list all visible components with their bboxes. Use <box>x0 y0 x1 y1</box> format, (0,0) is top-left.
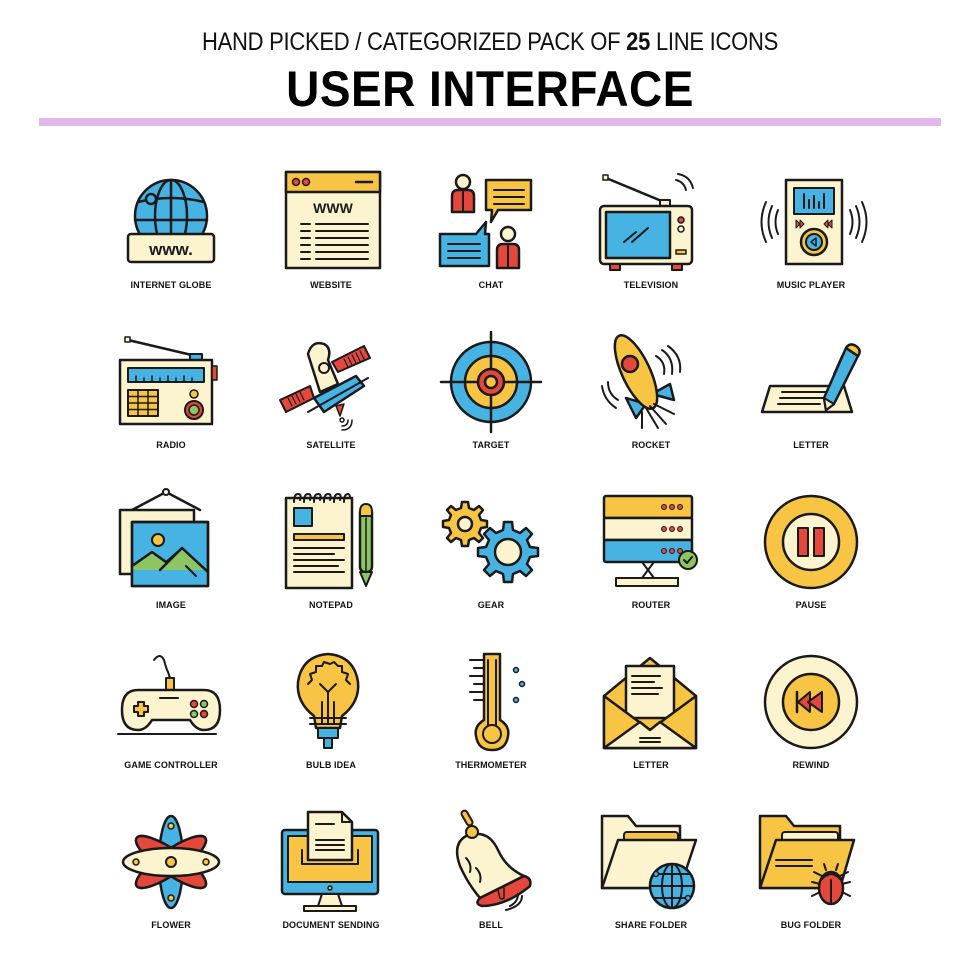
letter-pen-icon <box>760 343 861 414</box>
icon-label: BULB IDEA <box>306 760 356 770</box>
icon-label: IMAGE <box>155 600 186 610</box>
bug-folder-icon <box>758 814 856 906</box>
icon-label: FLOWER <box>151 920 191 930</box>
bulb-idea-icon <box>296 652 360 749</box>
icon-label: DOCUMENT SENDING <box>282 920 380 930</box>
page-title: USER INTERFACE <box>286 61 694 117</box>
icon-card-share-folder: SHARE FOLDER <box>571 800 731 960</box>
icon-label: SATELLITE <box>306 440 356 450</box>
divider <box>39 118 941 126</box>
icon-label: REWIND <box>792 760 830 770</box>
icon-label: WEBSITE <box>310 280 352 290</box>
pause-icon <box>763 494 859 590</box>
internet-globe-icon: www. <box>126 178 216 264</box>
globe-www-text: www. <box>148 240 193 259</box>
icon-label: MUSIC PLAYER <box>776 280 846 290</box>
icon-label: BUG FOLDER <box>780 920 842 930</box>
bell-icon <box>455 809 532 911</box>
icon-card-rewind: REWIND <box>731 640 891 800</box>
subtitle-prefix: HAND PICKED / CATEGORIZED PACK OF <box>201 28 627 56</box>
icon-label: PAUSE <box>795 600 827 610</box>
icon-label: GAME CONTROLLER <box>124 760 218 770</box>
flower-icon <box>121 814 221 910</box>
icon-card-bell: BELL <box>411 800 571 960</box>
icon-label: RADIO <box>156 440 186 450</box>
icon-label: SHARE FOLDER <box>614 920 688 930</box>
icon-card-bug-folder: BUG FOLDER <box>731 800 891 960</box>
icon-label: CHAT <box>478 280 504 290</box>
icon-card-television: TELEVISION <box>571 160 731 320</box>
icon-label: LETTER <box>633 760 669 770</box>
icon-label: LETTER <box>793 440 829 450</box>
icon-label: TARGET <box>472 440 510 450</box>
icon-card-thermometer: THERMOMETER <box>411 640 571 800</box>
television-icon <box>598 173 694 271</box>
icon-card-envelope-letter: LETTER <box>571 640 731 800</box>
icon-card-bulb-idea: BULB IDEA <box>251 640 411 800</box>
icon-card-notepad: NOTEPAD <box>251 480 411 640</box>
icon-card-pause: PAUSE <box>731 480 891 640</box>
icon-card-website: WWW WEBSITE <box>251 160 411 320</box>
icon-card-flower: FLOWER <box>91 800 251 960</box>
envelope-letter-icon <box>602 656 698 750</box>
game-controller-icon <box>117 655 222 735</box>
icon-label: THERMOMETER <box>455 760 527 770</box>
target-icon <box>439 330 543 434</box>
subtitle-suffix: LINE ICONS <box>650 28 779 56</box>
icon-label: ROUTER <box>631 600 671 610</box>
icon-label: ROCKET <box>631 440 671 450</box>
chat-icon <box>438 173 533 270</box>
icon-card-game-controller: GAME CONTROLLER <box>91 640 251 800</box>
website-icon: WWW <box>284 170 382 270</box>
satellite-icon <box>279 341 371 431</box>
image-icon <box>118 488 210 588</box>
icon-label: NOTEPAD <box>308 600 354 610</box>
radio-icon <box>118 336 218 426</box>
music-player-icon <box>760 178 868 266</box>
subtitle-count: 25 <box>626 28 651 56</box>
icon-card-letter-pen: LETTER <box>731 320 891 480</box>
subtitle: HAND PICKED / CATEGORIZED PACK OF 25 LIN… <box>59 28 921 57</box>
rocket-icon <box>601 334 682 429</box>
icon-card-gear: GEAR <box>411 480 571 640</box>
document-sending-icon <box>280 810 380 912</box>
icon-card-chat: CHAT <box>411 160 571 320</box>
icon-label: TELEVISION <box>623 280 679 290</box>
icon-card-router: ROUTER <box>571 480 731 640</box>
icon-label: GEAR <box>477 600 505 610</box>
icon-label: BELL <box>479 920 503 930</box>
gear-icon <box>441 500 540 584</box>
thermometer-icon <box>469 652 526 752</box>
share-folder-icon <box>600 814 698 910</box>
icon-card-satellite: SATELLITE <box>251 320 411 480</box>
website-www-text: WWW <box>313 200 353 216</box>
router-icon <box>602 494 698 587</box>
icon-card-rocket: ROCKET <box>571 320 731 480</box>
notepad-icon <box>284 493 374 590</box>
icon-label: INTERNET GLOBE <box>130 280 212 290</box>
icon-card-music-player: MUSIC PLAYER <box>731 160 891 320</box>
icon-card-image: IMAGE <box>91 480 251 640</box>
rewind-icon <box>763 654 859 750</box>
icon-card-internet-globe: www. INTERNET GLOBE <box>91 160 251 320</box>
icon-card-target: TARGET <box>411 320 571 480</box>
icon-card-radio: RADIO <box>91 320 251 480</box>
icon-card-document-sending: DOCUMENT SENDING <box>251 800 411 960</box>
